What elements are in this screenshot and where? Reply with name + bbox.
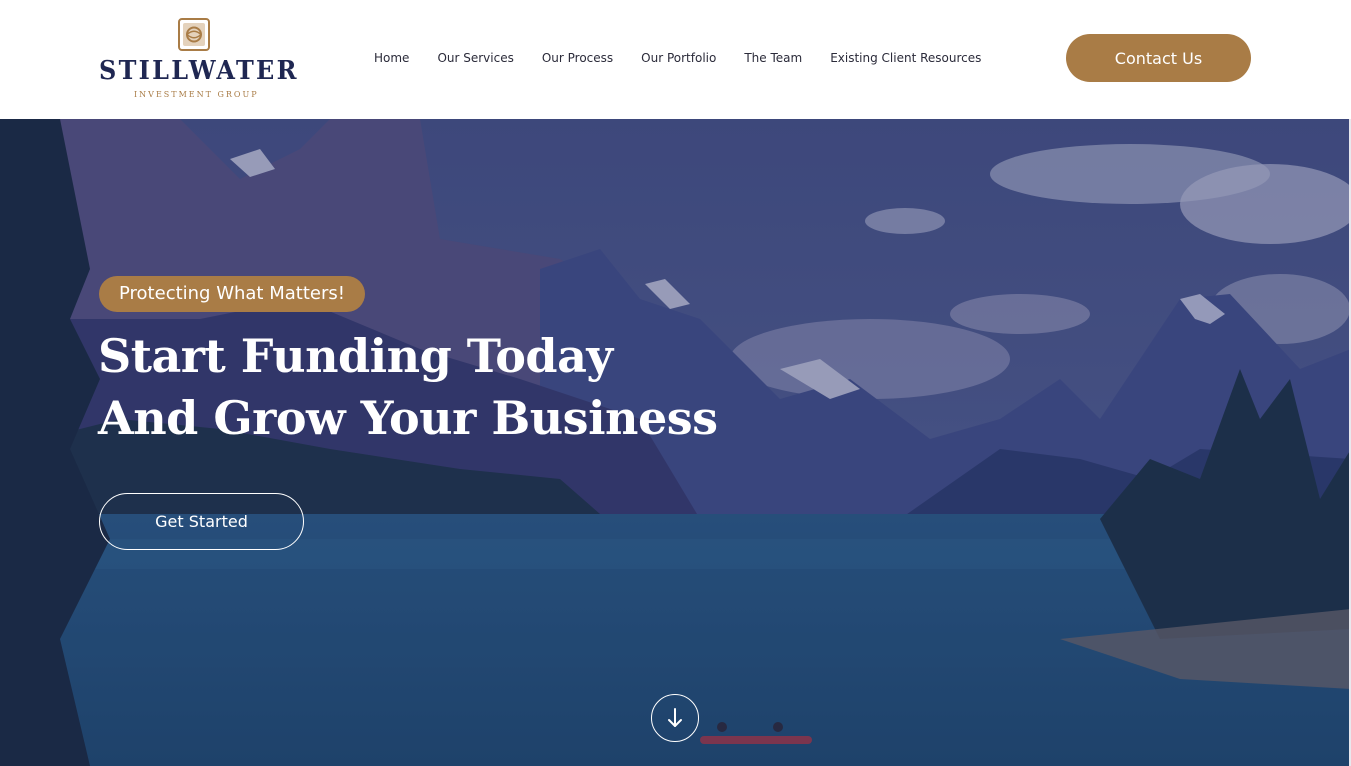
get-started-button[interactable]: Get Started [99, 493, 304, 550]
logo[interactable]: STILLWATER INVESTMENT GROUP [99, 18, 299, 102]
site-header: STILLWATER INVESTMENT GROUP Home Our Ser… [0, 0, 1351, 119]
arrow-down-icon [668, 708, 682, 727]
hero-headline-line2: And Grow Your Business [98, 391, 718, 445]
hero-badge: Protecting What Matters! [99, 276, 365, 312]
nav-our-portfolio[interactable]: Our Portfolio [641, 51, 716, 67]
logo-emblem-icon [178, 18, 210, 51]
logo-tagline: INVESTMENT GROUP [134, 90, 259, 99]
nav-the-team[interactable]: The Team [744, 51, 802, 67]
contact-us-button[interactable]: Contact Us [1066, 34, 1251, 82]
logo-name: STILLWATER [99, 56, 299, 86]
nav-home[interactable]: Home [374, 51, 409, 67]
main-nav: Home Our Services Our Process Our Portfo… [374, 51, 1009, 67]
nav-our-services[interactable]: Our Services [437, 51, 513, 67]
scroll-down-button[interactable] [651, 694, 699, 742]
hero-headline-line1: Start Funding Today [98, 329, 613, 383]
nav-our-process[interactable]: Our Process [542, 51, 613, 67]
hero-section: Protecting What Matters! Start Funding T… [0, 119, 1351, 766]
nav-existing-client-resources[interactable]: Existing Client Resources [830, 51, 981, 67]
